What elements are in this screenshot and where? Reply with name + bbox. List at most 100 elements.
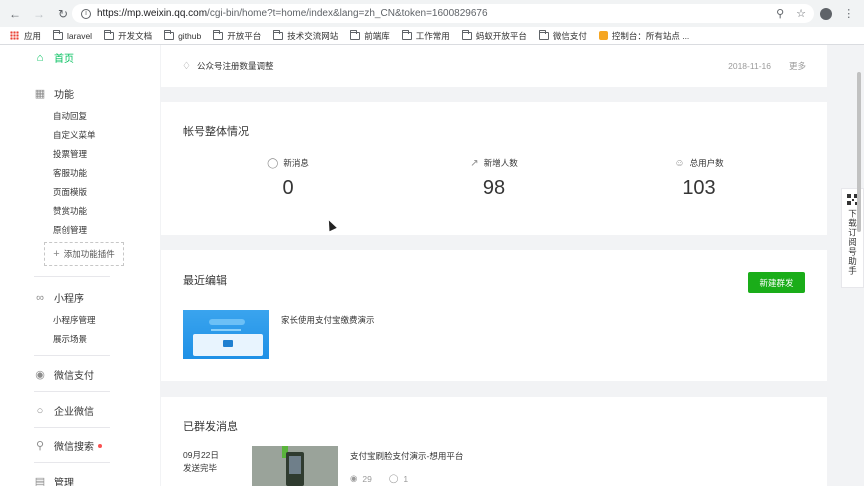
stat-value: 0 — [282, 177, 294, 199]
forward-arrow-icon[interactable]: → — [30, 5, 48, 23]
sidebar-item-work-wechat[interactable]: ○ 企业微信 — [34, 403, 94, 419]
sidebar-item-label: 首页 — [54, 54, 74, 65]
add-plugin-label: 添加功能插件 — [63, 249, 115, 259]
view-count: 29 — [362, 473, 372, 484]
site-icon — [598, 31, 608, 40]
sidebar-item-wechat-pay[interactable]: ◉ 微信支付 — [34, 367, 94, 382]
bookmark-wechat-pay[interactable]: 微信支付 — [538, 29, 587, 42]
sidebar-item-label: 微信支付 — [54, 371, 94, 382]
plus-icon: + — [53, 248, 60, 260]
sidebar-item-original[interactable]: 原创管理 — [53, 224, 87, 236]
sidebar-item-label: 企业微信 — [54, 407, 94, 418]
notice-bar: ♢ 公众号注册数量调整 2018-11-16 更多 — [161, 45, 827, 87]
recent-item-title[interactable]: 家长使用支付宝缴费演示 — [281, 314, 375, 326]
stat-value: 103 — [682, 177, 716, 199]
stat-total-users[interactable]: ☺ 总用户数 103 — [629, 157, 769, 200]
bookmark-open-platform[interactable]: 开放平台 — [213, 29, 261, 42]
recent-item-thumbnail[interactable] — [183, 310, 269, 359]
sidebar-divider — [34, 427, 110, 428]
star-bookmark-icon[interactable]: ☆ — [796, 7, 806, 20]
folder-icon — [401, 29, 412, 40]
sidebar-divider — [34, 391, 110, 392]
home-icon: ⌂ — [36, 51, 44, 64]
folder-icon — [461, 29, 472, 40]
zoom-search-icon[interactable]: ⚲ — [776, 7, 784, 20]
stat-new-messages[interactable]: ◯ 新消息 0 — [218, 157, 358, 200]
like-count: 1 — [403, 473, 409, 484]
sidebar-item-home[interactable]: ⌂ 首页 — [34, 50, 74, 66]
chat-bubble-icon: ○ — [36, 404, 44, 417]
search-icon: ⚲ — [35, 440, 45, 452]
folder-icon — [53, 29, 64, 40]
bookmark-tech-sites[interactable]: 技术交流网站 — [273, 29, 338, 42]
sidebar-divider — [34, 355, 110, 356]
sidebar-item-page-template[interactable]: 页面模版 — [53, 186, 87, 198]
address-bar[interactable]: i https://mp.weixin.qq.com/cgi-bin/home?… — [72, 4, 814, 23]
management-icon: ▤ — [34, 476, 46, 486]
sent-item-title[interactable]: 支付宝刷脸支付演示-想用平台 — [350, 450, 463, 462]
trend-up-icon: ↗ — [470, 157, 479, 169]
bell-icon: ♢ — [182, 60, 191, 72]
grid-icon: ▦ — [34, 88, 46, 100]
sent-item-stats: ◉ 29 ◯ 1 — [350, 473, 413, 484]
stat-label: 新增人数 — [483, 158, 518, 168]
scrollbar[interactable] — [857, 72, 861, 232]
sidebar-divider — [34, 462, 110, 463]
sidebar-item-vote[interactable]: 投票管理 — [53, 148, 87, 160]
stat-value: 98 — [482, 177, 506, 199]
folder-icon — [273, 29, 284, 40]
bookmark-github[interactable]: github — [164, 29, 201, 41]
add-plugin-button[interactable]: + 添加功能插件 — [44, 242, 124, 266]
notice-link[interactable]: 公众号注册数量调整 — [197, 60, 728, 72]
card-title: 已群发消息 — [183, 421, 238, 433]
sidebar-item-miniprogram-manage[interactable]: 小程序管理 — [53, 314, 96, 326]
sidebar-item-custom-menu[interactable]: 自定义菜单 — [53, 129, 96, 141]
sidebar-item-label: 小程序 — [54, 294, 84, 305]
bookmark-laravel[interactable]: laravel — [53, 29, 92, 41]
sidebar-divider — [34, 276, 110, 277]
miniprogram-icon: ∞ — [36, 291, 44, 304]
apps-grid-icon — [10, 31, 19, 40]
sidebar-group-features[interactable]: ▦ 功能 — [34, 86, 74, 101]
bookmark-work[interactable]: 工作常用 — [401, 29, 450, 42]
sidebar-item-auto-reply[interactable]: 自动回复 — [53, 110, 87, 122]
sent-date: 09月22日 — [183, 450, 219, 460]
bookmark-console[interactable]: 控制台：所有站点 ... — [598, 30, 689, 42]
card-title: 帐号整体情况 — [183, 126, 249, 138]
sidebar-item-label: 管理 — [54, 478, 74, 486]
sidebar-item-reward[interactable]: 赞赏功能 — [53, 205, 87, 217]
sidebar-item-showcase[interactable]: 展示场景 — [53, 333, 87, 345]
sidebar-group-management[interactable]: ▤ 管理 — [34, 474, 74, 486]
sidebar-group-miniprogram[interactable]: ∞ 小程序 — [34, 290, 84, 306]
sent-messages-card: 已群发消息 09月22日 发送完毕 支付宝刷脸支付演示-想用平台 ◉ 29 ◯ … — [161, 397, 827, 486]
browser-toolbar: ← → ↻ i https://mp.weixin.qq.com/cgi-bin… — [0, 0, 864, 27]
account-overview-card: 帐号整体情况 ◯ 新消息 0 ↗ 新增人数 98 ☺ 总用户数 103 — [161, 102, 827, 235]
bookmark-frontend-libs[interactable]: 前端库 — [350, 29, 390, 42]
folder-icon — [164, 29, 175, 40]
message-bubble-icon: ◯ — [267, 157, 279, 169]
bookmark-dev-docs[interactable]: 开发文档 — [104, 29, 152, 42]
bookmark-apps[interactable]: 应用 — [10, 30, 41, 42]
stat-new-followers[interactable]: ↗ 新增人数 98 — [424, 157, 564, 200]
sidebar-item-wechat-search[interactable]: ⚲ 微信搜索 — [34, 438, 102, 453]
profile-avatar-icon[interactable] — [819, 7, 832, 20]
sidebar-item-label: 功能 — [54, 90, 74, 101]
sidebar: ⌂ 首页 ▦ 功能 自动回复 自定义菜单 投票管理 客服功能 页面模版 赞赏功能… — [0, 45, 160, 486]
info-icon[interactable]: i — [81, 8, 91, 19]
sent-status: 发送完毕 — [183, 463, 218, 473]
folder-icon — [213, 29, 224, 40]
notice-more-link[interactable]: 更多 — [789, 60, 806, 72]
sent-item-thumbnail[interactable] — [252, 446, 338, 486]
folder-icon — [104, 29, 115, 40]
sidebar-item-customer-service[interactable]: 客服功能 — [53, 167, 87, 179]
menu-dots-icon[interactable]: ⋮ — [843, 7, 854, 20]
reload-icon[interactable]: ↻ — [54, 5, 72, 23]
new-broadcast-button[interactable]: 新建群发 — [748, 272, 805, 293]
folder-icon — [350, 29, 361, 40]
eye-icon: ◉ — [350, 473, 358, 483]
notice-date: 2018-11-16 — [728, 61, 771, 71]
back-arrow-icon[interactable]: ← — [6, 5, 24, 23]
bookmarks-bar: 应用 laravel 开发文档 github 开放平台 技术交流网站 前端库 工… — [0, 27, 864, 45]
stat-label: 新消息 — [283, 158, 309, 168]
bookmark-ant-platform[interactable]: 蚂蚁开放平台 — [461, 29, 527, 42]
